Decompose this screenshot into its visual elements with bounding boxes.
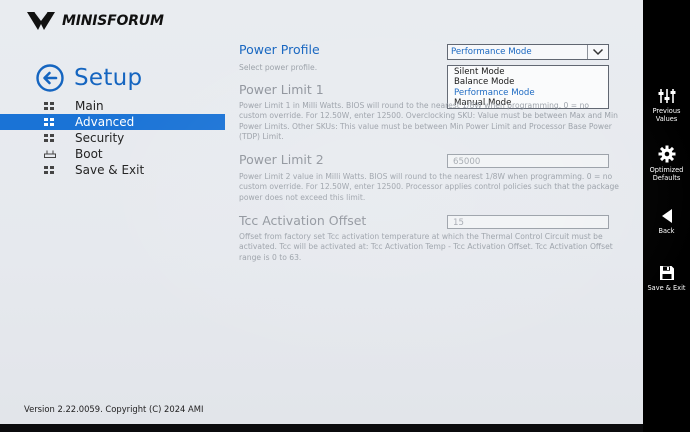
sliders-icon bbox=[658, 89, 675, 103]
sidebar-item-label: Save & Exit bbox=[75, 163, 145, 177]
floppy-disk-icon bbox=[659, 266, 674, 280]
menu-grid-icon bbox=[44, 134, 54, 142]
sidebar-item-label: Security bbox=[75, 131, 125, 145]
back-arrow-circle-icon[interactable] bbox=[36, 64, 64, 92]
footer-version: Version 2.22.0059. Copyright (C) 2024 AM… bbox=[24, 404, 204, 414]
boot-drive-icon bbox=[44, 150, 56, 158]
bios-main-panel: MINISFORUM Setup Main Advanced Security … bbox=[0, 0, 643, 424]
save-exit-button[interactable]: Save & Exit bbox=[643, 265, 690, 292]
power-limit-1-title[interactable]: Power Limit 1 bbox=[239, 82, 324, 97]
menu-grid-icon bbox=[44, 118, 54, 126]
sidebar-nav: Main Advanced Security Boot Save & Exit bbox=[0, 98, 225, 178]
save-exit-label: Save & Exit bbox=[647, 284, 686, 292]
sidebar-item-security[interactable]: Security bbox=[0, 130, 225, 146]
optimized-defaults-label: Optimized Defaults bbox=[649, 166, 684, 183]
menu-grid-icon bbox=[44, 166, 54, 174]
back-button[interactable]: Back bbox=[643, 208, 690, 235]
back-triangle-icon bbox=[661, 209, 672, 223]
power-profile-title[interactable]: Power Profile bbox=[239, 42, 320, 57]
sidebar-item-main[interactable]: Main bbox=[0, 98, 225, 114]
left-pane: MINISFORUM Setup Main Advanced Security … bbox=[0, 0, 225, 424]
option-silent-mode[interactable]: Silent Mode bbox=[454, 67, 608, 77]
power-limit-2-input[interactable]: 65000 bbox=[447, 154, 609, 168]
tcc-offset-help: Offset from factory set Tcc activation t… bbox=[239, 232, 613, 262]
optimized-defaults-button[interactable]: Optimized Defaults bbox=[643, 145, 690, 182]
previous-values-button[interactable]: Previous Values bbox=[643, 88, 690, 123]
sidebar-item-label: Advanced bbox=[75, 115, 135, 129]
brand-logo: MINISFORUM bbox=[26, 10, 164, 32]
sidebar-item-label: Main bbox=[75, 99, 104, 113]
power-limit-2-title[interactable]: Power Limit 2 bbox=[239, 152, 324, 167]
setup-title: Setup bbox=[74, 65, 143, 91]
power-profile-value: Performance Mode bbox=[451, 47, 532, 57]
power-profile-dropdown[interactable]: Performance Mode bbox=[447, 44, 609, 60]
option-performance-mode[interactable]: Performance Mode bbox=[454, 88, 608, 98]
settings-content: Power Profile Select power profile. Perf… bbox=[225, 0, 643, 424]
power-limit-2-help: Power Limit 2 value in Milli Watts. BIOS… bbox=[239, 172, 619, 202]
sidebar-item-boot[interactable]: Boot bbox=[0, 146, 225, 162]
gear-icon bbox=[658, 145, 675, 163]
sidebar-item-advanced[interactable]: Advanced bbox=[0, 114, 225, 130]
chevron-down-icon bbox=[592, 48, 604, 56]
brand-logo-text: MINISFORUM bbox=[62, 13, 164, 29]
power-limit-1-help: Power Limit 1 in Milli Watts. BIOS will … bbox=[239, 101, 618, 142]
sidebar-item-save-exit[interactable]: Save & Exit bbox=[0, 162, 225, 178]
sidebar-item-label: Boot bbox=[75, 147, 103, 161]
previous-values-label: Previous Values bbox=[652, 107, 681, 124]
option-balance-mode[interactable]: Balance Mode bbox=[454, 77, 608, 87]
back-label: Back bbox=[658, 227, 675, 235]
setup-heading: Setup bbox=[36, 64, 142, 92]
menu-grid-icon bbox=[44, 102, 54, 110]
dropdown-toggle[interactable] bbox=[587, 45, 608, 59]
tcc-offset-input[interactable]: 15 bbox=[447, 215, 609, 229]
minisforum-logo-icon bbox=[27, 11, 55, 30]
tcc-offset-title[interactable]: Tcc Activation Offset bbox=[239, 213, 366, 228]
right-action-bar: Previous Values Optimized Defaults Back bbox=[643, 0, 690, 432]
